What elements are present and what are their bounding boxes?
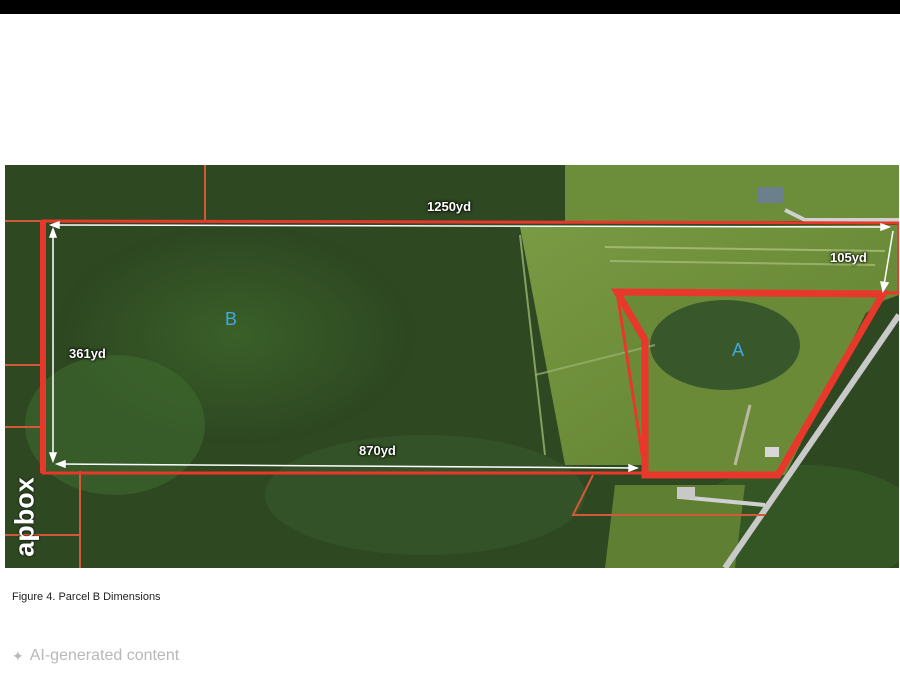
top-black-bar	[0, 0, 900, 14]
map-canvas	[5, 165, 899, 568]
sparkle-icon: ✦	[12, 647, 24, 664]
figure-caption: Figure 4. Parcel B Dimensions	[12, 591, 161, 603]
farm-field	[565, 165, 899, 223]
dimension-label-left: 361yd	[69, 346, 106, 361]
dimension-label-top: 1250yd	[427, 199, 472, 214]
parcel-b-label: B	[225, 309, 238, 329]
ai-generated-notice: ✦ AI-generated content	[12, 646, 179, 666]
building	[677, 487, 695, 499]
forest-patch	[265, 435, 585, 555]
aerial-map: 1250yd 361yd 870yd 105yd B A	[5, 165, 899, 568]
tree-cluster	[650, 300, 800, 390]
farm-field	[605, 485, 745, 568]
dimension-label-right: 105yd	[830, 250, 867, 265]
map-watermark: apbox	[10, 462, 40, 572]
ai-generated-label: AI-generated content	[29, 647, 180, 664]
parcel-a-label: A	[732, 340, 745, 360]
watermark-text: apbox	[9, 477, 40, 557]
building	[765, 447, 779, 457]
building	[757, 187, 783, 203]
dimension-label-bottom: 870yd	[359, 443, 396, 458]
